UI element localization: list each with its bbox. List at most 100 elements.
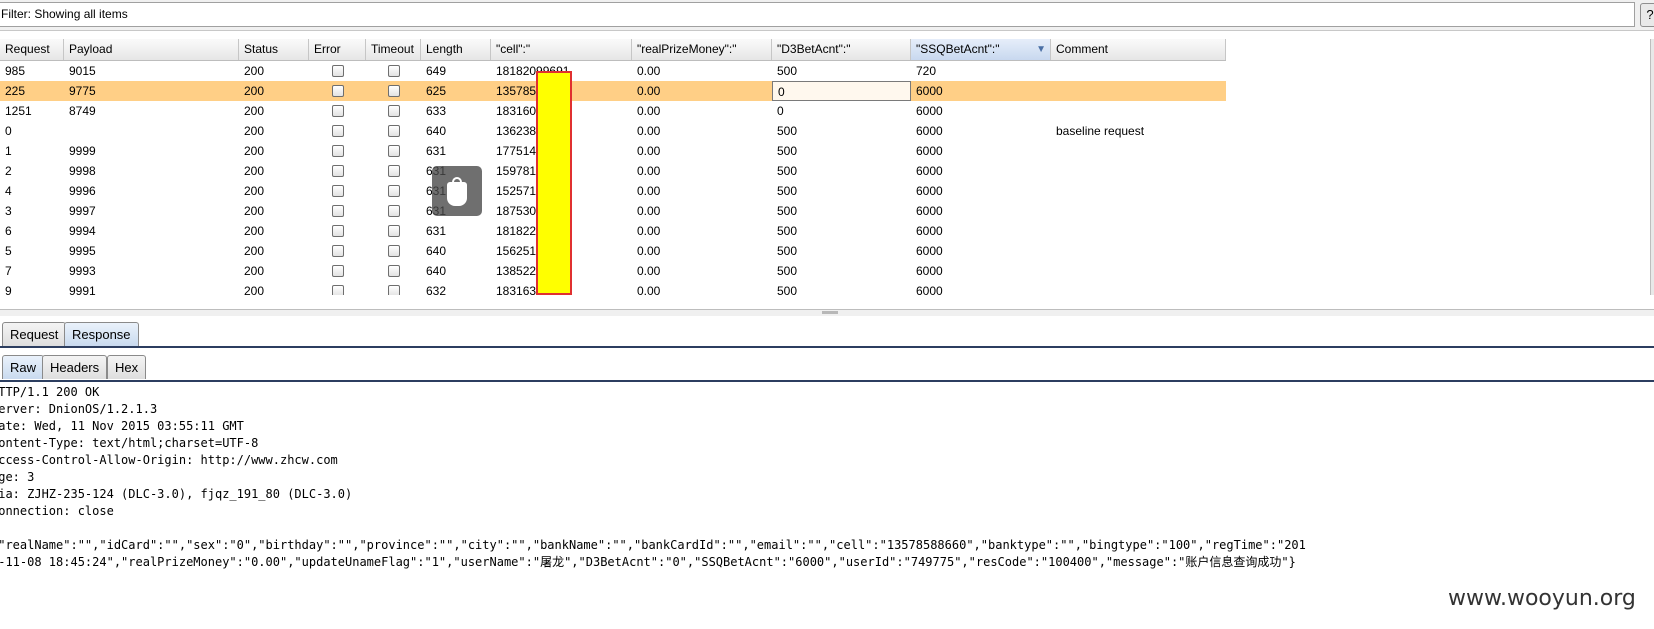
column-header-ssq[interactable]: "SSQBetAcnt":" ▼ (911, 39, 1051, 60)
help-icon[interactable]: ? (1640, 3, 1654, 27)
table-row[interactable]: 1 9999 200 631 177514 0.00 500 6000 (0, 141, 1226, 161)
column-header-request[interactable]: Request (0, 39, 64, 60)
raw-line: 5-11-08 18:45:24","realPrizeMoney":"0.00… (0, 555, 1296, 569)
table-row[interactable]: 1251 8749 200 633 183160 0.00 0 6000 (0, 101, 1226, 121)
timeout-checkbox[interactable] (388, 205, 400, 217)
cell-comment (1051, 281, 1226, 295)
cell-payload: 9998 (69, 164, 96, 178)
cell-d3: 500 (777, 124, 798, 138)
error-checkbox[interactable] (332, 125, 344, 137)
cell-request: 4 (5, 184, 12, 198)
cell-payload: 9999 (69, 144, 96, 158)
cell-status: 200 (244, 84, 265, 98)
raw-line: Age: 3 (0, 470, 35, 484)
cell-request: 2 (5, 164, 12, 178)
cell-status: 200 (244, 124, 265, 138)
table-scrollbar[interactable] (1650, 39, 1654, 295)
column-header-status[interactable]: Status (239, 39, 309, 60)
tab-headers[interactable]: Headers (42, 355, 108, 379)
cell-length: 640 (426, 264, 447, 278)
table-row[interactable]: 5 9995 200 640 156251 0.00 500 6000 (0, 241, 1226, 261)
cell-d3: 500 (777, 204, 798, 218)
timeout-checkbox[interactable] (388, 85, 400, 97)
timeout-checkbox[interactable] (388, 185, 400, 197)
timeout-checkbox[interactable] (388, 245, 400, 257)
raw-line: {"realName":"","idCard":"","sex":"0","bi… (0, 538, 1306, 552)
table-row[interactable]: 225 9775 200 625 135785 0.00 0 6000 (0, 81, 1226, 101)
table-body: 985 9015 200 649 18182099691 0.00 500 720 225 977… (0, 61, 1654, 295)
timeout-checkbox[interactable] (388, 65, 400, 77)
error-checkbox[interactable] (332, 245, 344, 257)
cell-comment (1051, 221, 1226, 241)
tab-request[interactable]: Request (2, 322, 67, 346)
error-checkbox[interactable] (332, 105, 344, 117)
splitter-grip-icon[interactable] (822, 311, 838, 314)
error-checkbox[interactable] (332, 85, 344, 97)
usb-plug-icon (447, 177, 467, 206)
cell-comment (1051, 241, 1226, 261)
cell-length: 649 (426, 64, 447, 78)
error-checkbox[interactable] (332, 145, 344, 157)
error-checkbox[interactable] (332, 65, 344, 77)
tab-raw[interactable]: Raw (2, 355, 45, 379)
column-header-realprize[interactable]: "realPrizeMoney":" (632, 39, 772, 60)
cell-d3: 500 (777, 224, 798, 238)
raw-response-editor[interactable]: HTTP/1.1 200 OK Server: DnionOS/1.2.1.3 Da… (0, 383, 1654, 629)
column-header-comment[interactable]: Comment (1051, 39, 1226, 60)
cell-length: 625 (426, 84, 447, 98)
table-row[interactable]: 9 9991 200 632 183163 0.00 500 6000 (0, 281, 1226, 295)
table-row[interactable]: 985 9015 200 649 18182099691 0.00 500 720 (0, 61, 1226, 81)
raw-line: Content-Type: text/html;charset=UTF-8 (0, 436, 259, 450)
tab-hex[interactable]: Hex (107, 355, 147, 379)
cell-comment (1051, 181, 1226, 201)
cell-realprize: 0.00 (637, 264, 661, 278)
timeout-checkbox[interactable] (388, 105, 400, 117)
table-row[interactable]: 6 9994 200 631 181822 0.00 500 6000 (0, 221, 1226, 241)
cell-realprize: 0.00 (637, 284, 661, 295)
column-header-length[interactable]: Length (421, 39, 491, 60)
column-header-timeout[interactable]: Timeout (366, 39, 421, 60)
error-checkbox[interactable] (332, 225, 344, 237)
cell-request: 5 (5, 244, 12, 258)
timeout-checkbox[interactable] (388, 285, 400, 295)
view-tabs: Raw Headers Hex (0, 349, 1654, 380)
cell-status: 200 (244, 64, 265, 78)
cell-realprize: 0.00 (637, 144, 661, 158)
tabs-underline (0, 380, 1654, 382)
cell-comment (1051, 261, 1226, 281)
table-row[interactable]: 0 200 640 136238 0.00 500 6000 baseline request (0, 121, 1226, 141)
table-row[interactable]: 399972006311875300.005006000 (0, 201, 1226, 221)
timeout-checkbox[interactable] (388, 145, 400, 157)
error-checkbox[interactable] (332, 205, 344, 217)
cell-d3: 0 (777, 104, 784, 118)
cell-status: 200 (244, 164, 265, 178)
error-checkbox[interactable] (332, 285, 344, 295)
cell-ssq: 6000 (916, 124, 943, 138)
filter-input[interactable]: Filter: Showing all items (0, 2, 1635, 27)
tab-response[interactable]: Response (64, 322, 139, 346)
error-checkbox[interactable] (332, 185, 344, 197)
raw-line: Access-Control-Allow-Origin: http://www.… (0, 453, 338, 467)
cell-status: 200 (244, 144, 265, 158)
cell-comment (1051, 101, 1226, 121)
timeout-checkbox[interactable] (388, 265, 400, 277)
table-row[interactable]: 499962006311525710.005006000 (0, 181, 1226, 201)
column-header-error[interactable]: Error (309, 39, 366, 60)
timeout-checkbox[interactable] (388, 125, 400, 137)
column-header-payload[interactable]: Payload (64, 39, 239, 60)
cell-d3: 500 (777, 144, 798, 158)
error-checkbox[interactable] (332, 165, 344, 177)
table-row[interactable]: 7 9993 200 640 138522 0.00 500 6000 (0, 261, 1226, 281)
column-header-cell[interactable]: "cell":" (491, 39, 632, 60)
cell-d3: 500 (777, 284, 798, 295)
cell-ssq: 6000 (916, 104, 943, 118)
error-checkbox[interactable] (332, 265, 344, 277)
timeout-checkbox[interactable] (388, 165, 400, 177)
cell-comment: baseline request (1056, 124, 1145, 138)
cell-comment (1051, 161, 1226, 181)
table-row[interactable]: 299982006311597810.005006000 (0, 161, 1226, 181)
column-header-d3[interactable]: "D3BetAcnt":" (772, 39, 911, 60)
cell-d3: 0 (772, 81, 911, 101)
timeout-checkbox[interactable] (388, 225, 400, 237)
cell-ssq: 6000 (916, 84, 943, 98)
